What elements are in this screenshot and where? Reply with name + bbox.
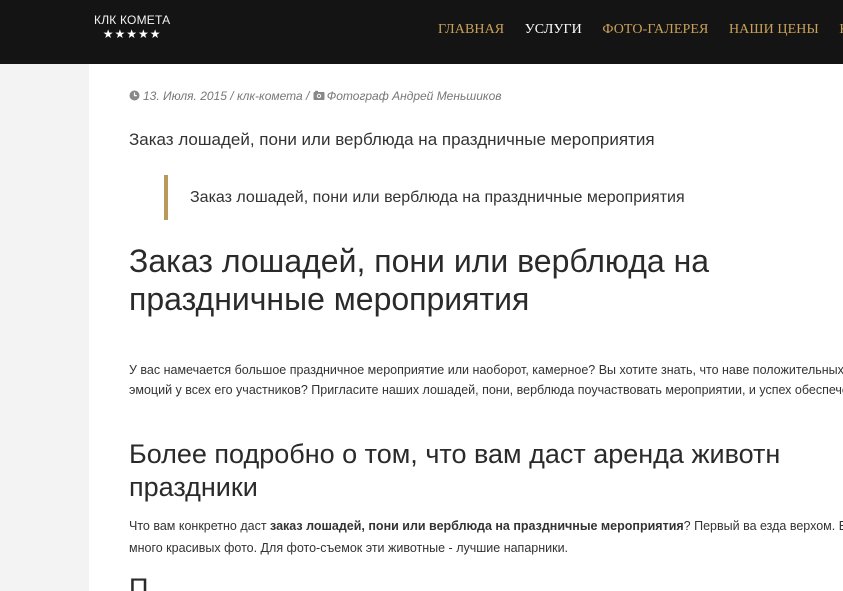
left-gutter (0, 64, 89, 591)
paragraph-bold-text: заказ лошадей, пони или верблюда на праз… (270, 519, 684, 533)
logo-stars: ★★★★★ (102, 27, 162, 41)
site-logo[interactable]: КЛК КОМЕТА ★★★★★ (94, 13, 170, 41)
post-heading: Заказ лошадей, пони или верблюда на праз… (129, 243, 710, 317)
post-blockquote: Заказ лошадей, пони или верблюда на праз… (164, 175, 685, 220)
meta-separator: / (230, 89, 234, 103)
post-category-link[interactable]: Фотограф Андрей Меньшиков (327, 89, 502, 103)
post-subtitle: Заказ лошадей, пони или верблюда на праз… (129, 130, 655, 149)
section-heading-partial: П (129, 573, 149, 591)
camera-icon (313, 90, 325, 101)
logo-title: КЛК КОМЕТА (94, 13, 171, 27)
paragraph-text: Что вам конкретно даст (129, 519, 271, 533)
post-meta: 13. Июля. 2015 / клк-комета / Фотограф А… (129, 89, 502, 103)
post-paragraph-1: У вас намечается большое праздничное мер… (129, 363, 843, 397)
nav-item-prices[interactable]: НАШИ ЦЕНЫ (729, 22, 819, 37)
nav-item-contacts[interactable]: КО (839, 22, 843, 37)
meta-separator: / (306, 89, 310, 103)
nav-item-home[interactable]: ГЛАВНАЯ (438, 22, 504, 37)
post-paragraph-2: Что вам конкретно даст заказ лошадей, по… (129, 515, 843, 559)
post-author-link[interactable]: клк-комета (237, 89, 303, 103)
clock-icon (129, 90, 140, 101)
nav-item-services[interactable]: УСЛУГИ (525, 22, 582, 37)
main-nav: ГЛАВНАЯ УСЛУГИ ФОТО-ГАЛЕРЕЯ НАШИ ЦЕНЫ КО (438, 22, 843, 38)
post-date: 13. Июля. 2015 (143, 89, 227, 103)
nav-item-gallery[interactable]: ФОТО-ГАЛЕРЕЯ (602, 22, 708, 37)
quote-text: Заказ лошадей, пони или верблюда на праз… (190, 189, 685, 206)
site-header: КЛК КОМЕТА ★★★★★ ГЛАВНАЯ УСЛУГИ ФОТО-ГАЛ… (0, 0, 843, 64)
section-heading: Более подробно о том, что вам даст аренд… (129, 439, 781, 502)
post-content: 13. Июля. 2015 / клк-комета / Фотограф А… (89, 64, 843, 591)
